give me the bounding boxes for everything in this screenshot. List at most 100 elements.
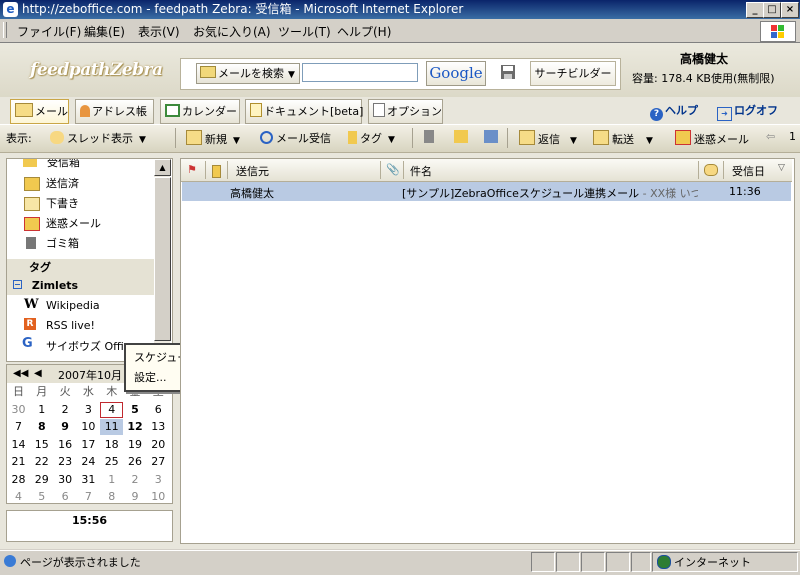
calendar-day[interactable]: 8 [30,419,53,435]
search-input[interactable] [302,63,418,82]
save-search-icon[interactable] [500,64,516,80]
calendar-day[interactable]: 5 [124,402,147,418]
delete-button[interactable] [424,130,437,144]
calendar-day[interactable]: 14 [7,437,30,453]
calendar-day[interactable]: 31 [77,472,100,488]
calendar-day[interactable]: 11 [100,419,124,435]
new-mail-icon [186,130,202,145]
tab-addressbook[interactable]: アドレス帳 [75,99,154,124]
menu-file[interactable]: ファイル(F) [17,23,81,40]
prev-year-icon[interactable]: ◀◀ [13,368,28,379]
calendar-day[interactable]: 15 [30,437,53,453]
attachment-column-icon[interactable]: 📎 [386,163,400,176]
calendar-day[interactable]: 13 [147,419,170,435]
menu-tools[interactable]: ツール(T) [278,23,331,40]
calendar-day[interactable]: 29 [30,472,53,488]
zimlet-rss-live[interactable]: RSS live! [46,319,95,332]
calendar-day[interactable]: 7 [77,489,100,505]
menu-help[interactable]: ヘルプ(H) [337,23,391,40]
prev-page-arrow[interactable]: ⇦ [766,130,775,143]
logoff-label: ログオフ [734,104,778,117]
new-button[interactable]: 新規 ▼ [186,130,240,147]
search-type-dropdown[interactable]: メールを検索 ▼ [196,63,300,84]
inbox-icon [23,159,37,167]
menu-favorites[interactable]: お気に入り(A) [193,23,271,40]
calendar-day[interactable]: 17 [77,437,100,453]
calendar-day[interactable]: 4 [100,401,124,418]
zimlets-section-header[interactable]: Zimlets [7,277,154,295]
sort-desc-icon[interactable]: ▽ [778,163,785,173]
close-button[interactable]: × [781,2,799,18]
minimize-button[interactable]: _ [746,2,764,18]
calendar-day[interactable]: 25 [100,454,123,470]
calendar-day[interactable]: 9 [124,489,147,505]
calendar-day[interactable]: 30 [54,472,77,488]
thread-view-dropdown[interactable]: スレッド表示 ▼ [50,130,146,146]
flag-column-icon[interactable]: ⚑ [187,163,197,176]
folder-drafts[interactable]: 下書き [46,195,79,211]
tab-calendar[interactable]: カレンダー [160,99,240,124]
calendar-day[interactable]: 19 [124,437,147,453]
calendar-day[interactable]: 30 [7,402,30,418]
forward-button[interactable]: 転送 ▼ [593,130,653,147]
calendar-day[interactable]: 10 [77,419,100,435]
calendar-day[interactable]: 21 [7,454,30,470]
calendar-day[interactable]: 22 [30,454,53,470]
tab-options[interactable]: オプション [368,99,443,124]
folder-trash[interactable]: ゴミ箱 [46,235,79,251]
calendar-day[interactable]: 26 [124,454,147,470]
calendar-day[interactable]: 1 [30,402,53,418]
calendar-day[interactable]: 5 [30,489,53,505]
column-subject[interactable]: 件名 [410,163,432,179]
calendar-day[interactable]: 12 [124,419,147,435]
calendar-day[interactable]: 1 [100,472,123,488]
calendar-day[interactable]: 8 [100,489,123,505]
calendar-day[interactable]: 2 [124,472,147,488]
calendar-day[interactable]: 28 [7,472,30,488]
globe-icon [657,555,671,569]
tab-mail[interactable]: メール [10,99,69,124]
search-builder-button[interactable]: サーチビルダー [530,61,616,86]
column-received[interactable]: 受信日 [732,163,765,179]
menu-view[interactable]: 表示(V) [138,23,180,40]
calendar-day[interactable]: 10 [147,489,170,505]
calendar-day[interactable]: 3 [147,472,170,488]
calendar-day[interactable]: 4 [7,489,30,505]
calendar-day[interactable]: 20 [147,437,170,453]
calendar-day[interactable]: 18 [100,437,123,453]
move-button[interactable] [454,130,471,144]
menu-item-settings[interactable]: 設定... [134,369,167,385]
print-button[interactable] [484,130,501,144]
column-from[interactable]: 送信元 [236,163,269,179]
calendar-day[interactable]: 16 [54,437,77,453]
maximize-button[interactable]: □ [763,2,781,18]
tag-column-icon[interactable] [212,165,221,178]
calendar-day[interactable]: 23 [54,454,77,470]
calendar-day[interactable]: 9 [54,419,77,435]
google-search-button[interactable]: Google [426,61,486,86]
calendar-day[interactable]: 7 [7,419,30,435]
calendar-day[interactable]: 2 [54,402,77,418]
spam-button[interactable]: 迷惑メール [675,130,749,147]
tab-documents[interactable]: ドキュメント[beta] [245,99,363,124]
folder-junk[interactable]: 迷惑メール [46,215,101,231]
folder-inbox[interactable]: 受信箱 [47,159,80,170]
folder-sent[interactable]: 送信済 [46,175,79,191]
reply-button[interactable]: 返信 ▼ [519,130,577,147]
calendar-day[interactable]: 27 [147,454,170,470]
scroll-thumb[interactable] [154,177,171,341]
prev-month-icon[interactable]: ◀ [34,368,42,379]
calendar-day[interactable]: 6 [54,489,77,505]
calendar-day[interactable]: 3 [77,402,100,418]
logoff-link[interactable]: ➜ ログオフ [717,102,778,121]
receive-mail-button[interactable]: メール受信 [260,130,331,146]
tags-section-header[interactable]: タグ [7,259,154,277]
help-link[interactable]: ? ヘルプ [650,102,698,121]
calendar-day[interactable]: 6 [147,402,170,418]
zimlet-wikipedia[interactable]: Wikipedia [46,299,100,312]
menu-edit[interactable]: 編集(E) [84,23,125,40]
calendar-day[interactable]: 24 [77,454,100,470]
tag-button[interactable]: タグ ▼ [348,130,395,146]
conversation-column-icon[interactable] [704,164,718,176]
scroll-up-arrow[interactable]: ▲ [154,159,171,176]
